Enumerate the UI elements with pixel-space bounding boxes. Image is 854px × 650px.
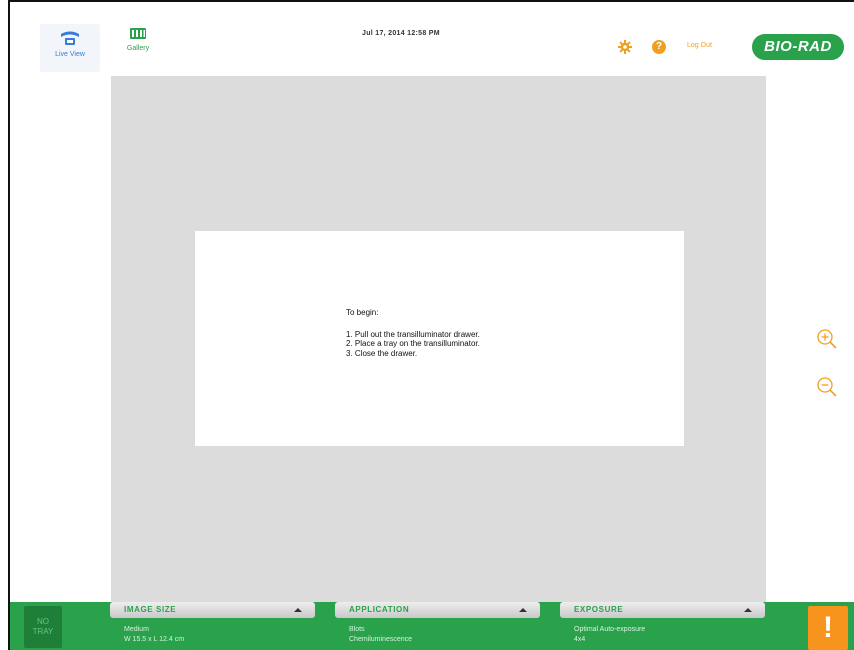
alert-button[interactable]: !	[808, 606, 848, 650]
tray-status-line2: TRAY	[32, 627, 54, 636]
application-panel: APPLICATION Blots Chemiluminescence	[335, 602, 540, 650]
application-subvalue: Chemiluminescence	[349, 636, 413, 643]
help-button[interactable]: ?	[652, 40, 666, 54]
image-size-panel: IMAGE SIZE Medium W 15.5 x L 12.4 cm	[110, 602, 315, 650]
gallery-icon	[130, 28, 146, 39]
image-size-header[interactable]: IMAGE SIZE	[110, 602, 315, 618]
bottom-settings-bar: NO TRAY IMAGE SIZE Medium W 15.5 x L 12.…	[10, 602, 854, 650]
tray-status-line1: NO	[37, 617, 49, 626]
chevron-up-icon	[519, 608, 527, 612]
tray-status-badge: NO TRAY	[24, 606, 62, 648]
application-header[interactable]: APPLICATION	[335, 602, 540, 618]
instruction-step-1: 1. Pull out the transilluminator drawer.	[346, 329, 480, 339]
instruction-step-3: 3. Close the drawer.	[346, 348, 418, 358]
zoom-in-icon[interactable]	[816, 328, 838, 350]
instruction-title: To begin:	[346, 308, 379, 317]
instruction-step-2: 2. Place a tray on the transilluminator.	[346, 339, 480, 348]
instruction-card: To begin: 1. Pull out the transilluminat…	[195, 231, 684, 446]
app-frame: Live View Gallery Jul 17, 2014 12:58 PM	[8, 0, 854, 650]
image-size-dimensions: W 15.5 x L 12.4 cm	[124, 636, 185, 643]
exposure-binning: 4x4	[574, 636, 586, 643]
gear-icon[interactable]	[618, 40, 632, 54]
chevron-up-icon	[744, 608, 752, 612]
image-size-title: IMAGE SIZE	[124, 605, 177, 614]
instruction-text: To begin: 1. Pull out the transilluminat…	[346, 308, 480, 358]
image-viewport: To begin: 1. Pull out the transilluminat…	[111, 76, 766, 602]
bio-rad-logo: BIO-RAD	[752, 34, 844, 60]
logout-link[interactable]: Log Out	[687, 42, 712, 49]
exposure-value: Optimal Auto-exposure	[574, 626, 646, 633]
nav-live-view[interactable]: Live View	[40, 24, 100, 72]
exposure-header[interactable]: EXPOSURE	[560, 602, 765, 618]
zoom-out-icon[interactable]	[816, 376, 838, 398]
header: Live View Gallery Jul 17, 2014 12:58 PM	[10, 2, 854, 74]
application-value: Blots	[349, 626, 365, 633]
chevron-up-icon	[294, 608, 302, 612]
image-size-value: Medium	[124, 626, 149, 633]
application-title: APPLICATION	[349, 605, 410, 614]
nav-gallery[interactable]: Gallery	[118, 26, 158, 68]
live-view-icon	[61, 31, 79, 45]
nav-gallery-label: Gallery	[126, 45, 150, 52]
datetime-display: Jul 17, 2014 12:58 PM	[362, 30, 440, 37]
exposure-title: EXPOSURE	[574, 605, 624, 614]
nav-live-view-label: Live View	[55, 51, 85, 58]
exposure-panel: EXPOSURE Optimal Auto-exposure 4x4	[560, 602, 765, 650]
